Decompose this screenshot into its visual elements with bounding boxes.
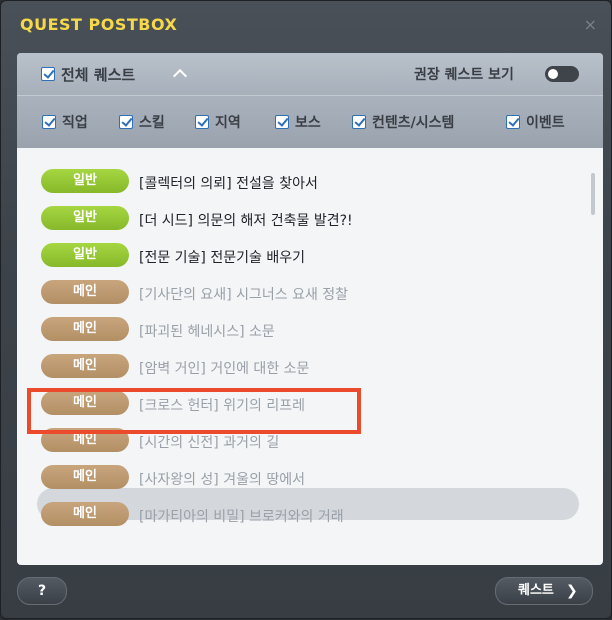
scrollbar-thumb[interactable] (591, 173, 595, 215)
category-checkbox-job[interactable] (42, 115, 56, 129)
recommended-label: 권장 퀘스트 보기 (414, 67, 514, 83)
category-filters: 직업 스킬 지역 보스 컨텐츠/시스템 이벤트 (17, 95, 603, 148)
quest-button-label: 퀘스트 (518, 583, 554, 598)
quest-title: [암벽 거인] 거인에 대한 소문 (139, 361, 310, 377)
quest-panel: 전체 퀘스트 권장 퀘스트 보기 직업 스킬 지역 보스 컨텐츠/시스템 이벤트… (17, 53, 603, 565)
quest-type-badge: 메인 (41, 280, 129, 304)
category-label-skill: 스킬 (139, 115, 165, 131)
all-quests-label: 전체 퀘스트 (61, 66, 136, 84)
quest-type-badge: 메인 (41, 502, 129, 526)
quest-postbox-window: QUEST POSTBOX × 전체 퀘스트 권장 퀘스트 보기 직업 스킬 지… (0, 0, 612, 619)
quest-type-badge: 메인 (41, 465, 129, 489)
quest-type-badge: 일반 (41, 169, 129, 193)
quest-type-badge: 일반 (41, 206, 129, 230)
category-checkbox-skill[interactable] (119, 115, 133, 129)
category-checkbox-content[interactable] (352, 115, 366, 129)
category-checkbox-event[interactable] (506, 115, 520, 129)
scrollbar[interactable] (591, 173, 595, 553)
chevron-right-icon: ❯ (566, 583, 578, 599)
recommended-toggle[interactable] (545, 66, 579, 82)
quest-type-badge: 메인 (41, 317, 129, 341)
quest-type-badge: 메인 (41, 354, 129, 378)
selection-highlight (27, 388, 361, 434)
category-label-boss: 보스 (295, 115, 321, 131)
quest-title: [시간의 신전] 과거의 길 (139, 435, 280, 451)
footer-bar: ? 퀘스트 ❯ (1, 565, 612, 620)
category-checkbox-region[interactable] (195, 115, 209, 129)
category-label-content: 컨텐츠/시스템 (372, 115, 455, 131)
quest-list: 일반 [콜렉터의 의뢰] 전설을 찾아서 일반 [더 시드] 의문의 해저 건축… (17, 147, 603, 565)
quest-title: [마가티아의 비밀] 브로커와의 거래 (139, 509, 344, 525)
quest-title: [파괴된 헤네시스] 소문 (139, 324, 275, 340)
category-label-job: 직업 (62, 115, 88, 131)
help-button[interactable]: ? (17, 577, 67, 605)
filter-header: 전체 퀘스트 권장 퀘스트 보기 (17, 53, 603, 95)
quest-title: [콜렉터의 의뢰] 전설을 찾아서 (139, 176, 318, 192)
quest-title: [기사단의 요새] 시그너스 요새 정찰 (139, 287, 349, 303)
quest-type-badge: 일반 (41, 243, 129, 267)
window-title: QUEST POSTBOX (20, 15, 178, 34)
category-label-event: 이벤트 (526, 115, 565, 131)
category-label-region: 지역 (215, 115, 241, 131)
quest-button[interactable]: 퀘스트 ❯ (495, 577, 593, 605)
chevron-up-icon[interactable] (172, 68, 188, 84)
category-checkbox-boss[interactable] (275, 115, 289, 129)
quest-title: [전문 기술] 전문기술 배우기 (139, 250, 305, 266)
quest-title: [사자왕의 성] 겨울의 땅에서 (139, 472, 305, 488)
all-quests-checkbox[interactable] (41, 67, 55, 81)
quest-title: [더 시드] 의문의 해저 건축물 발견?! (139, 213, 353, 229)
close-icon[interactable]: × (584, 15, 597, 34)
